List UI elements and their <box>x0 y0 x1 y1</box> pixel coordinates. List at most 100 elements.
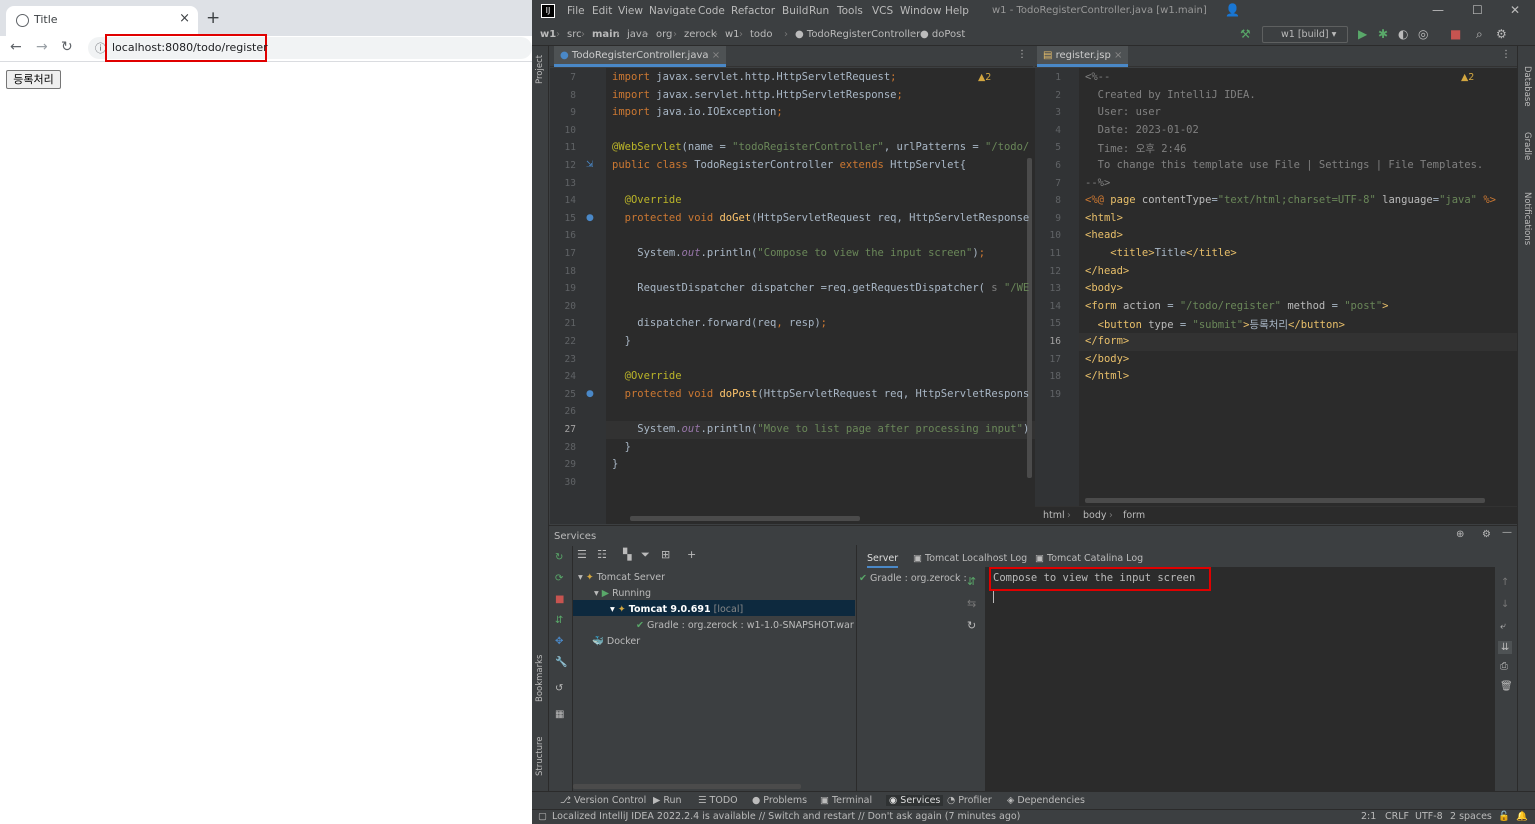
new-tab-icon[interactable]: ⊞ <box>661 548 670 561</box>
collapse-all-icon[interactable]: ☷ <box>597 548 607 561</box>
bookmarks-tool-label[interactable]: Bookmarks <box>535 655 545 703</box>
undeploy-icon[interactable]: ⇆ <box>967 597 976 610</box>
breadcrumb-form[interactable]: form <box>1123 510 1145 521</box>
tab-register-jsp[interactable]: ▤ register.jsp × <box>1037 46 1129 67</box>
console-output[interactable]: Compose to view the input screen <box>985 567 1495 791</box>
menu-view[interactable]: View <box>618 5 643 17</box>
add-service-icon[interactable]: + <box>687 548 696 561</box>
close-tab-icon[interactable]: × <box>179 11 190 26</box>
editor-hscrollbar[interactable] <box>630 516 860 521</box>
tool-tab-run[interactable]: ▶ Run <box>653 795 682 806</box>
new-tab-button[interactable]: + <box>206 8 220 28</box>
profile-icon[interactable]: ◎ <box>1418 27 1428 41</box>
gutter-marker-icon[interactable]: ● <box>586 389 594 399</box>
gradle-tool-label[interactable]: Gradle <box>1522 132 1532 160</box>
tab-todoregistercontroller[interactable]: ● TodoRegisterController.java × <box>554 46 727 67</box>
expand-all-icon[interactable]: ☰ <box>577 548 587 561</box>
globe-icon[interactable]: ⊕ <box>1456 529 1464 540</box>
forward-icon[interactable]: → <box>36 39 48 55</box>
scroll-down-icon[interactable]: ↓ <box>1501 599 1509 610</box>
reload-icon[interactable]: ↻ <box>61 39 73 55</box>
breadcrumb-item[interactable]: org <box>656 29 672 40</box>
hide-panel-icon[interactable]: — <box>1502 527 1512 538</box>
tab-catalina-log[interactable]: ▣ Tomcat Catalina Log <box>1035 553 1143 564</box>
tool-tab-services[interactable]: ◉ Services <box>886 795 944 806</box>
breadcrumb-item[interactable]: todo <box>750 29 773 40</box>
tree-item-tomcat-server[interactable]: ▾ ✦ Tomcat Server <box>578 572 665 583</box>
settings-gear-icon[interactable]: ⚙ <box>1482 529 1491 540</box>
menu-navigate[interactable]: Navigate <box>649 5 696 17</box>
browser-tab[interactable]: Title × <box>6 6 198 36</box>
coverage-icon[interactable]: ◐ <box>1398 27 1408 41</box>
maximize-icon[interactable]: ☐ <box>1472 3 1483 17</box>
close-window-icon[interactable]: ✕ <box>1510 3 1520 17</box>
menu-help[interactable]: Help <box>945 5 969 17</box>
print-icon[interactable]: ⎙ <box>1500 661 1508 672</box>
update-icon[interactable]: ✥ <box>555 636 563 647</box>
refresh-run-icon[interactable]: ↻ <box>555 552 563 563</box>
editor-hscrollbar[interactable] <box>1085 498 1485 503</box>
database-tool-label[interactable]: Database <box>1522 66 1532 107</box>
back-icon[interactable]: ← <box>10 39 22 55</box>
deploy-icon[interactable]: ⇵ <box>555 615 563 626</box>
code-editor-java[interactable]: ▲2 7 import javax.servlet.http.HttpServle… <box>550 68 1035 524</box>
structure-tool-label[interactable]: Structure <box>535 736 545 776</box>
menu-code[interactable]: Code <box>698 5 725 17</box>
tree-item-tomcat-instance[interactable]: ▾ ✦ Tomcat 9.0.691 [local] <box>610 604 743 615</box>
filter-icon[interactable]: ⏷ <box>641 548 650 562</box>
menu-file[interactable]: File <box>567 5 585 17</box>
tool-tab-version-control[interactable]: ⎇ Version Control <box>560 795 646 806</box>
gutter-marker-icon[interactable]: ● <box>586 213 594 223</box>
scroll-up-icon[interactable]: ↑ <box>1501 577 1509 588</box>
gutter-marker-icon[interactable]: ⇲ <box>586 160 594 170</box>
breadcrumb-item[interactable]: w1 <box>540 29 556 40</box>
warnings-indicator[interactable]: ▲2 <box>978 72 991 83</box>
tool-tab-todo[interactable]: ☰ TODO <box>698 795 738 806</box>
tree-item-running[interactable]: ▾ ▶ Running <box>594 588 651 599</box>
warnings-indicator[interactable]: ▲2 <box>1461 72 1474 83</box>
notifications-icon[interactable]: 🔔 <box>1516 811 1528 822</box>
line-separator[interactable]: CRLF <box>1385 811 1409 822</box>
soft-wrap-icon[interactable]: ⤶ <box>1500 621 1506 632</box>
lock-icon[interactable]: 🔓 <box>1498 811 1510 822</box>
breadcrumb-item[interactable]: zerock <box>684 29 717 40</box>
run-icon[interactable]: ▶ <box>1358 27 1367 41</box>
breadcrumb-item[interactable]: src <box>567 29 582 40</box>
settings-gear-icon[interactable]: ⚙ <box>1496 27 1507 41</box>
status-layout-icon[interactable]: ▢ <box>538 811 547 822</box>
register-submit-button[interactable]: 등록처리 <box>6 70 61 89</box>
tab-server[interactable]: Server <box>867 553 899 568</box>
breadcrumb-item[interactable]: w1 <box>725 29 740 40</box>
tree-item-docker[interactable]: 🐳 Docker <box>592 636 640 647</box>
clear-all-icon[interactable]: 🗑 <box>1500 681 1513 692</box>
file-encoding[interactable]: UTF-8 <box>1415 811 1443 822</box>
minimize-icon[interactable]: — <box>1432 3 1444 17</box>
breadcrumb-item[interactable]: ● TodoRegisterController <box>795 29 920 40</box>
search-icon[interactable]: ⌕ <box>1476 27 1483 42</box>
redeploy-icon[interactable]: ⇵ <box>967 575 976 588</box>
debug-icon[interactable]: ✱ <box>1378 27 1388 41</box>
url-text[interactable]: localhost:8080/todo/register <box>112 41 268 54</box>
menu-tools[interactable]: Tools <box>837 5 863 17</box>
breadcrumb-item[interactable]: ● doPost <box>920 29 965 40</box>
scroll-to-end-icon[interactable]: ⇊ <box>1498 641 1513 654</box>
rerun-icon[interactable]: ⟳ <box>555 573 563 584</box>
tool-tab-dependencies[interactable]: ◈ Dependencies <box>1007 795 1085 806</box>
menu-build[interactable]: Build <box>782 5 808 17</box>
status-message[interactable]: Localized IntelliJ IDEA 2022.2.4 is avai… <box>552 811 1020 822</box>
wrench-icon[interactable]: 🔧 <box>555 657 567 668</box>
tool-tab-terminal[interactable]: ▣ Terminal <box>820 795 872 806</box>
deployment-item[interactable]: ✔ Gradle : org.zerock : <box>859 573 967 584</box>
breadcrumb-body[interactable]: body <box>1083 510 1107 521</box>
build-hammer-icon[interactable]: ⚒ <box>1240 27 1251 41</box>
notifications-tool-label[interactable]: Notifications <box>1522 192 1532 245</box>
breadcrumb-html[interactable]: html <box>1043 510 1065 521</box>
project-tool-label[interactable]: Project <box>535 55 545 84</box>
code-editor-jsp[interactable]: ▲2 1 <%-- 2 Created by IntelliJ IDEA. 3 Use… <box>1035 68 1517 506</box>
tool-tab-profiler[interactable]: ◔ Profiler <box>947 795 992 806</box>
tab-localhost-log[interactable]: ▣ Tomcat Localhost Log <box>913 553 1027 564</box>
stop-icon[interactable]: ■ <box>555 594 564 605</box>
caret-position[interactable]: 2:1 <box>1361 811 1376 822</box>
account-icon[interactable]: 👤 <box>1225 3 1240 17</box>
tree-item-gradle-artifact[interactable]: ✔ Gradle : org.zerock : w1-1.0-SNAPSHOT.… <box>636 620 854 631</box>
